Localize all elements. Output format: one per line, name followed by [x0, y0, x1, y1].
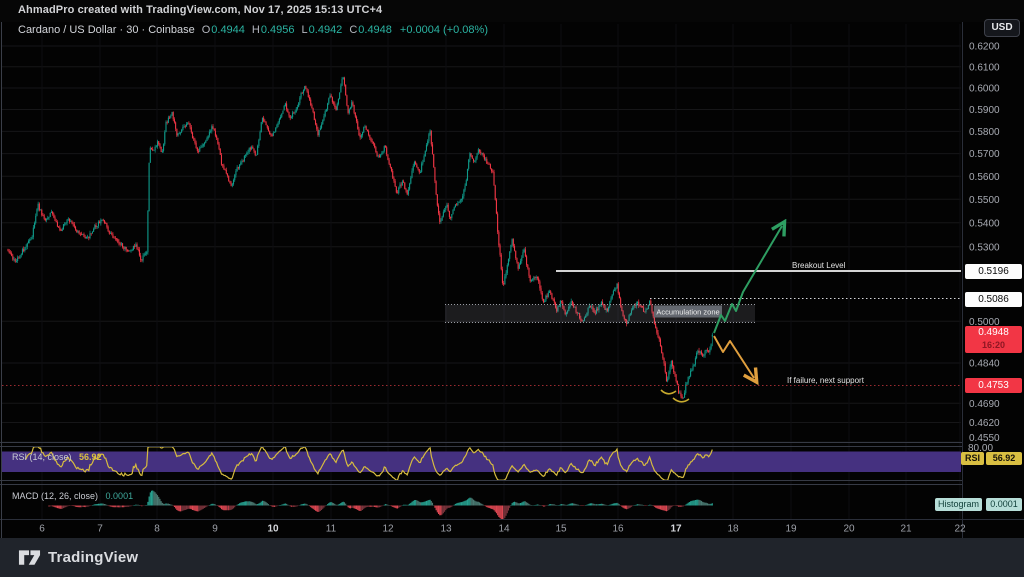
macd-axis-value: 0.0001: [986, 498, 1022, 511]
svg-text:18: 18: [727, 524, 739, 535]
open-label: O: [202, 24, 211, 36]
rsi-value: 56.92: [79, 452, 102, 462]
accumulation-zone-label: Accumulation zone: [656, 308, 719, 317]
svg-text:10: 10: [267, 524, 279, 535]
svg-text:14: 14: [498, 524, 510, 535]
svg-text:20: 20: [843, 524, 855, 535]
svg-text:15: 15: [555, 524, 567, 535]
svg-text:0.5900: 0.5900: [969, 105, 1000, 116]
svg-text:8: 8: [154, 524, 160, 535]
rsi-pane-label[interactable]: RSI (14, close) 56.92: [12, 452, 102, 462]
rsi-axis-value: 56.92: [986, 452, 1022, 465]
svg-text:12: 12: [382, 524, 394, 535]
low-value: 0.4942: [309, 24, 343, 36]
svg-text:0.6000: 0.6000: [969, 84, 1000, 95]
svg-text:0.6100: 0.6100: [969, 62, 1000, 73]
symbol-legend[interactable]: Cardano / US Dollar · 30 · CoinbaseO0.49…: [18, 24, 488, 38]
time-axis-ticks[interactable]: 6 7 8 9 10 11 12 13 14 15 16 17 18 19 20 21 22: [39, 524, 966, 535]
svg-text:0.4690: 0.4690: [969, 399, 1000, 410]
svg-text:22: 22: [954, 524, 966, 535]
tradingview-logo-icon: [18, 549, 41, 566]
support-price-label[interactable]: 0.4753: [965, 378, 1022, 393]
svg-text:7: 7: [97, 524, 103, 535]
svg-text:0.5400: 0.5400: [969, 218, 1000, 229]
svg-text:0.5700: 0.5700: [969, 149, 1000, 160]
svg-text:0.5600: 0.5600: [969, 172, 1000, 183]
last-price-value: 0.4948: [965, 326, 1022, 340]
accumulation-zone[interactable]: Accumulation zone: [445, 305, 755, 323]
svg-text:6: 6: [39, 524, 45, 535]
tradingview-logo-text: TradingView: [48, 549, 138, 566]
mid-price-label[interactable]: 0.5086: [965, 292, 1022, 307]
double-bottom-arc-2[interactable]: [673, 398, 689, 402]
svg-text:0.5300: 0.5300: [969, 242, 1000, 253]
svg-text:0.4620: 0.4620: [969, 418, 1000, 429]
svg-text:11: 11: [326, 524, 337, 535]
bar-countdown: 16:20: [965, 340, 1022, 351]
double-bottom-arc-1[interactable]: [661, 390, 676, 394]
close-value: 0.4948: [358, 24, 392, 36]
svg-text:21: 21: [900, 524, 912, 535]
last-price-label[interactable]: 0.4948 16:20: [965, 326, 1022, 353]
svg-text:0.5500: 0.5500: [969, 195, 1000, 206]
tradingview-chart-window: Accumulation zone Breakout Level If fail…: [0, 0, 1024, 577]
breakout-level-text: Breakout Level: [792, 261, 846, 270]
svg-text:13: 13: [440, 524, 452, 535]
svg-text:0.4840: 0.4840: [969, 359, 1000, 370]
macd-histogram-series: [48, 491, 712, 520]
svg-text:0.6200: 0.6200: [969, 42, 1000, 53]
low-label: L: [302, 24, 308, 36]
attribution-text: AhmadPro created with TradingView.com, N…: [18, 4, 382, 16]
change-value: +0.0004 (+0.08%): [400, 24, 488, 36]
svg-text:9: 9: [212, 524, 218, 535]
macd-pane-label[interactable]: MACD (12, 26, close) 0.0001: [12, 491, 133, 501]
footer-strip: TradingView: [0, 538, 1024, 577]
macd-title: MACD (12, 26, close): [12, 491, 98, 501]
rsi-band: [2, 452, 961, 473]
candlestick-series: [7, 77, 712, 399]
open-value: 0.4944: [211, 24, 245, 36]
failure-support-text[interactable]: If failure, next support: [787, 376, 865, 385]
currency-toggle-button[interactable]: USD: [984, 19, 1020, 37]
bearish-projection-arrow[interactable]: [714, 336, 754, 378]
svg-text:19: 19: [785, 524, 797, 535]
svg-text:16: 16: [612, 524, 624, 535]
attribution-bar: AhmadPro created with TradingView.com, N…: [0, 0, 1024, 22]
svg-text:0.5800: 0.5800: [969, 127, 1000, 138]
close-label: C: [349, 24, 357, 36]
rsi-title: RSI (14, close): [12, 452, 72, 462]
symbol-title[interactable]: Cardano / US Dollar · 30 · Coinbase: [18, 24, 195, 36]
high-value: 0.4956: [261, 24, 295, 36]
tradingview-logo[interactable]: TradingView: [18, 549, 138, 566]
svg-text:17: 17: [670, 524, 682, 535]
rsi-axis-badge: RSI: [961, 452, 984, 465]
chart-canvas[interactable]: Accumulation zone Breakout Level If fail…: [0, 0, 1024, 577]
high-label: H: [252, 24, 260, 36]
breakout-price-label[interactable]: 0.5196: [965, 264, 1022, 279]
macd-value: 0.0001: [106, 491, 134, 501]
macd-histogram-badge: Histogram: [935, 498, 982, 511]
